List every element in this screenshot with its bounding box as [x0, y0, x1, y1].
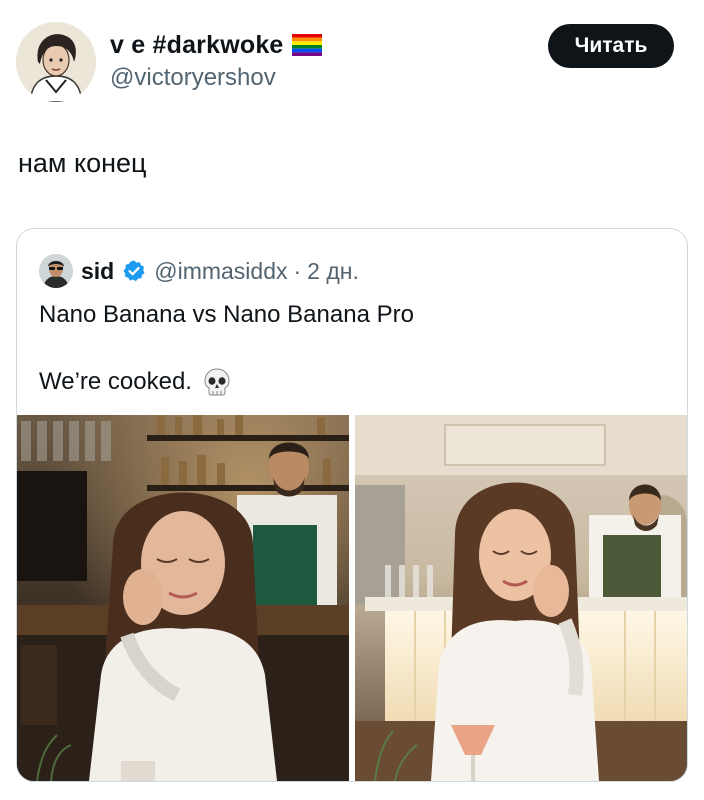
quote-text-line-1: Nano Banana vs Nano Banana Pro: [39, 301, 414, 328]
tweet-header: v e #darkwoke @victoryershov Читать: [0, 0, 704, 120]
portrait-avatar-icon: [16, 22, 96, 102]
quote-author-avatar[interactable]: [39, 254, 73, 288]
quote-text-cooked: We’re cooked.: [39, 368, 192, 395]
nano-banana-pro-image[interactable]: [355, 415, 687, 781]
verified-badge-icon: [122, 259, 146, 283]
quote-header: sid @immasiddx · 2 дн.: [39, 253, 359, 289]
quote-author-handle[interactable]: @immasiddx: [154, 258, 287, 285]
quote-timestamp[interactable]: 2 дн.: [307, 258, 359, 285]
rainbow-flag-icon: [291, 34, 322, 56]
author-handle[interactable]: @victoryershov: [110, 64, 322, 92]
author-names: v e #darkwoke @victoryershov: [110, 30, 322, 92]
nano-banana-image[interactable]: [17, 415, 349, 781]
quote-author-name[interactable]: sid: [81, 258, 114, 285]
photo-woman-bar-dark-icon: [17, 415, 349, 781]
quoted-tweet-card[interactable]: sid @immasiddx · 2 дн. Nano Banana vs Na…: [16, 228, 688, 782]
skull-icon: [202, 367, 232, 397]
display-name[interactable]: v e #darkwoke: [110, 31, 284, 60]
display-name-row: v e #darkwoke: [110, 30, 322, 60]
photo-woman-bar-bright-icon: [355, 415, 687, 781]
quote-media-grid: [17, 415, 687, 781]
quote-avatar-icon: [39, 254, 73, 288]
follow-button[interactable]: Читать: [548, 24, 674, 68]
author-avatar[interactable]: [16, 22, 96, 102]
tweet-text: нам конец: [18, 148, 147, 178]
quote-text-line-2: We’re cooked.: [39, 367, 232, 397]
separator-dot: ·: [293, 257, 302, 284]
